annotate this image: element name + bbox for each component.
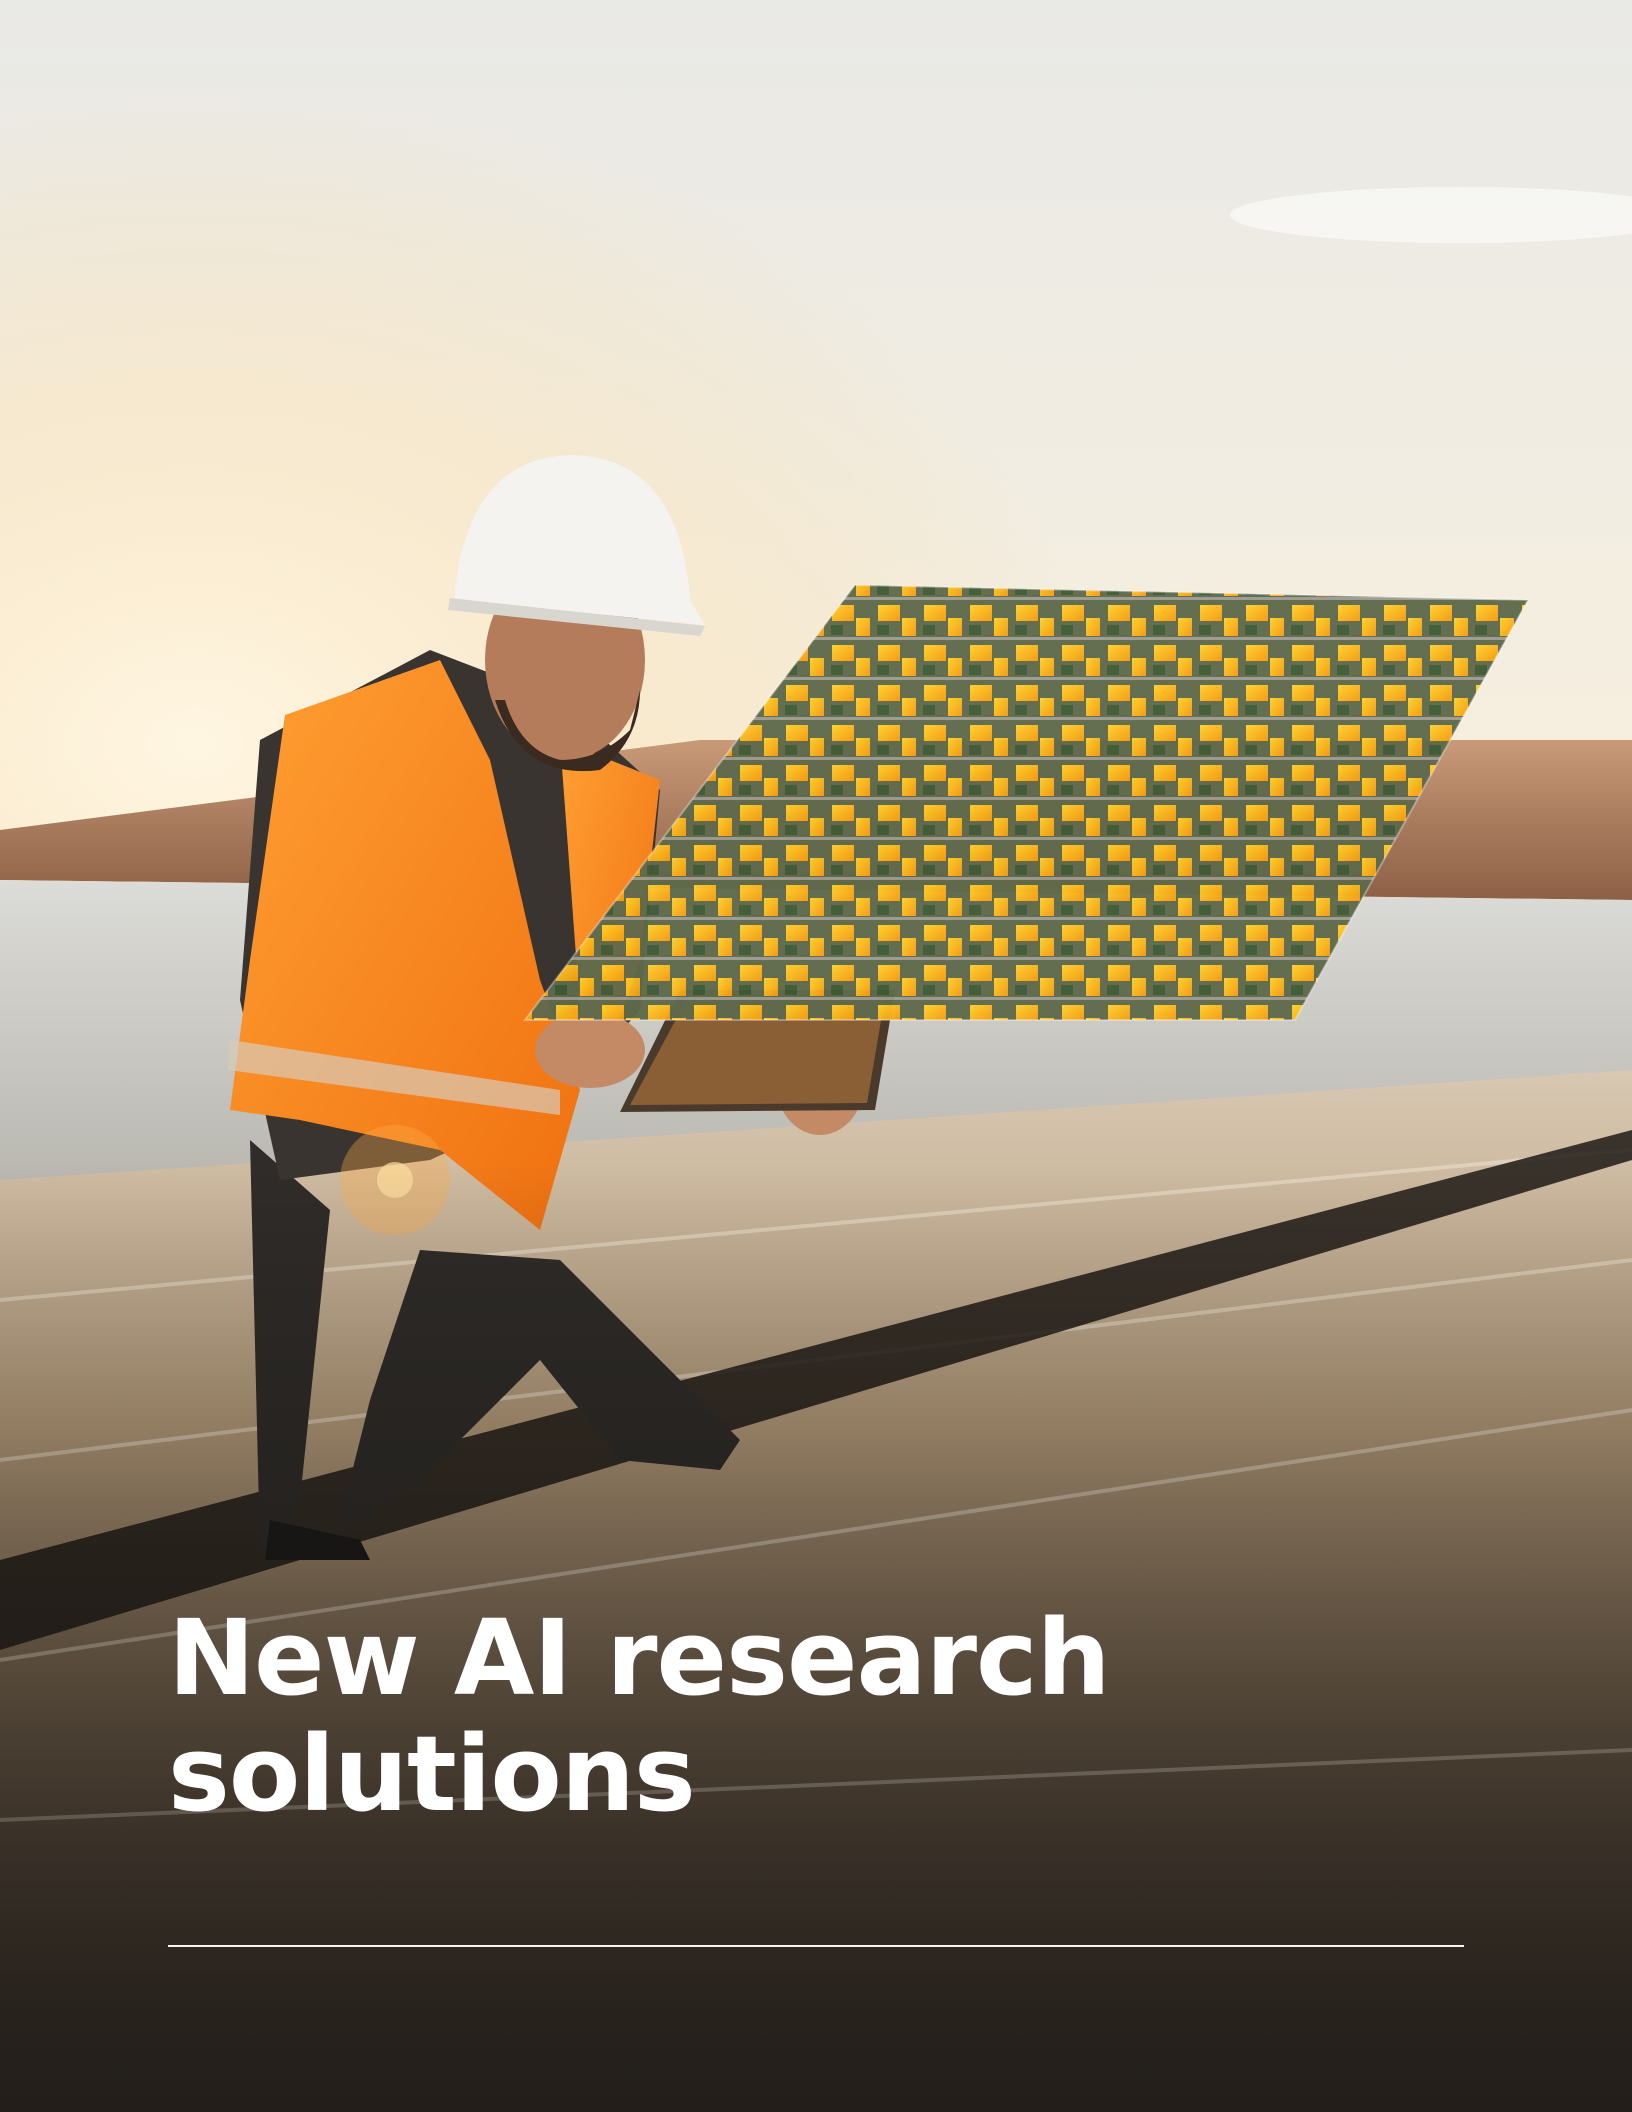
hero-banner: New AI research solutions [0, 0, 1632, 2112]
headline-line-1: New AI research [168, 1597, 1111, 1719]
headline-line-2: solutions [168, 1713, 696, 1836]
divider-line [168, 1945, 1464, 1947]
hero-headline: New AI research solutions [168, 1600, 1468, 1833]
